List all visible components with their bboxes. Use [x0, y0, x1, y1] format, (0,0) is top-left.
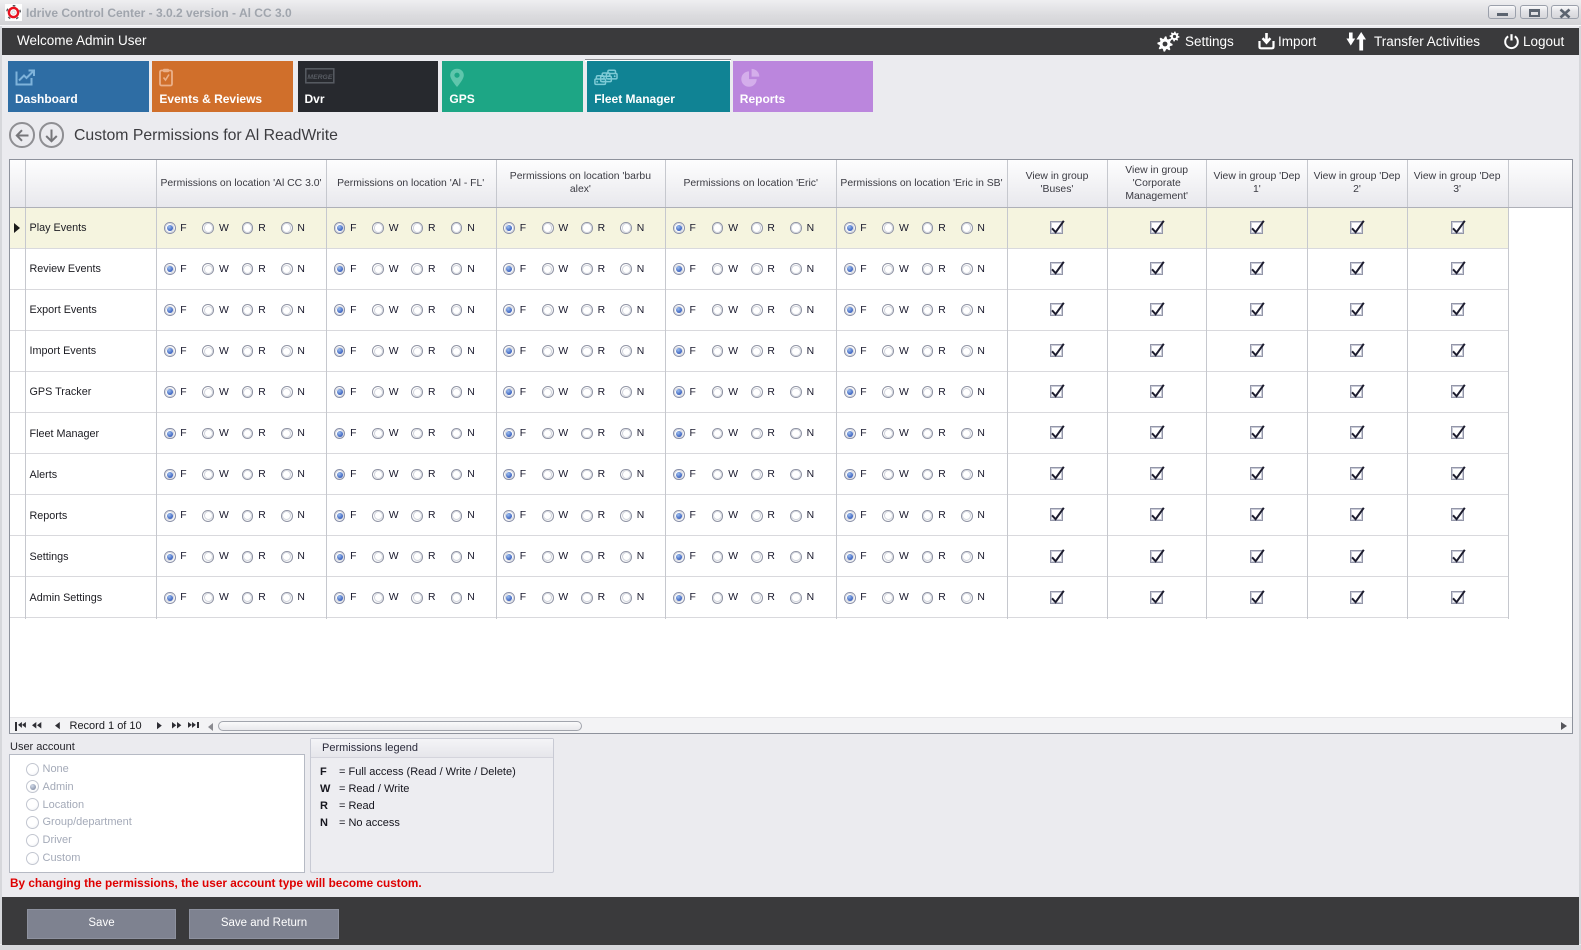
svg-text:MERGE: MERGE	[307, 74, 332, 81]
